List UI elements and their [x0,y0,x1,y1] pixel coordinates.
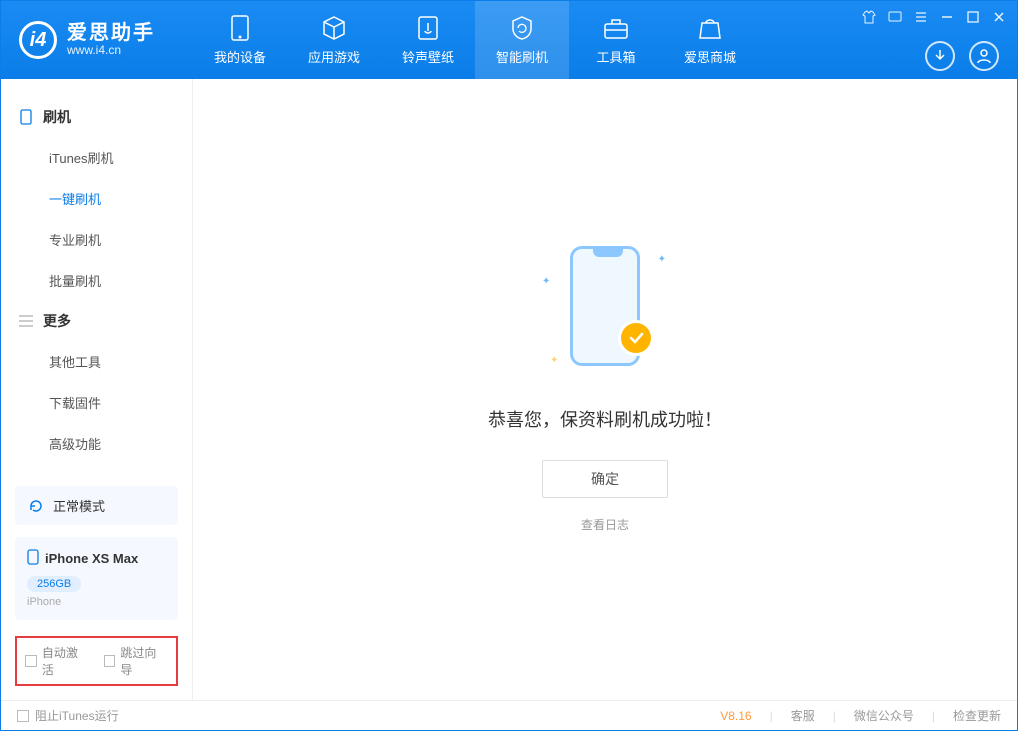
device-icon [19,110,33,124]
nav-toolbox[interactable]: 工具箱 [569,1,663,79]
check-icon [618,320,654,356]
main-content: ✦ ✦ ✦ 恭喜您，保资料刷机成功啦！ 确定 查看日志 [193,79,1017,700]
checkbox-label: 自动激活 [42,644,90,678]
nav-label: 智能刷机 [496,47,548,66]
shirt-icon[interactable] [861,9,877,25]
checkbox-icon [25,655,37,667]
sparkle-icon: ✦ [550,355,558,366]
nav-label: 工具箱 [596,47,635,66]
message-icon[interactable] [887,9,903,25]
checkbox-label: 阻止iTunes运行 [35,707,119,724]
nav-my-device[interactable]: 我的设备 [193,1,287,79]
nav-store[interactable]: 爱思商城 [663,1,757,79]
options-row: 自动激活 跳过向导 [15,636,178,686]
success-illustration: ✦ ✦ ✦ [550,246,660,376]
sidebar: 刷机 iTunes刷机 一键刷机 专业刷机 批量刷机 更多 其他工具 下载固件 … [1,79,193,700]
toolbox-icon [603,15,629,41]
mode-label: 正常模式 [53,496,105,515]
device-type: iPhone [27,596,166,608]
nav-label: 铃声壁纸 [402,47,454,66]
sidebar-item-pro-flash[interactable]: 专业刷机 [1,219,192,260]
body: 刷机 iTunes刷机 一键刷机 专业刷机 批量刷机 更多 其他工具 下载固件 … [1,79,1017,700]
device-name: iPhone XS Max [45,551,138,566]
checkbox-label: 跳过向导 [120,644,168,678]
sidebar-group-more: 更多 [1,301,192,341]
nav-label: 我的设备 [214,47,266,66]
user-icon[interactable] [969,41,999,71]
sparkle-icon: ✦ [542,276,550,287]
sidebar-item-batch-flash[interactable]: 批量刷机 [1,260,192,301]
shield-refresh-icon [509,15,535,41]
cube-icon [321,15,347,41]
download-icon[interactable] [925,41,955,71]
sidebar-item-advanced[interactable]: 高级功能 [1,423,192,464]
nav-label: 爱思商城 [684,47,736,66]
list-icon [19,314,33,328]
bag-icon [697,15,723,41]
header-action-circles [925,41,999,71]
device-name-row: iPhone XS Max [27,549,166,568]
sidebar-group-flash: 刷机 [1,97,192,137]
minimize-button[interactable] [939,9,955,25]
sidebar-item-other-tools[interactable]: 其他工具 [1,341,192,382]
nav: 我的设备 应用游戏 铃声壁纸 智能刷机 工具箱 爱思商城 [193,1,757,79]
footer-update-link[interactable]: 检查更新 [953,707,1001,724]
view-log-link[interactable]: 查看日志 [581,516,629,533]
logo-icon: i4 [19,21,57,59]
nav-label: 应用游戏 [308,47,360,66]
app-subtitle: www.i4.cn [67,44,155,57]
skip-guide-checkbox[interactable]: 跳过向导 [104,644,169,678]
checkbox-icon [17,710,29,722]
maximize-button[interactable] [965,9,981,25]
block-itunes-checkbox[interactable]: 阻止iTunes运行 [17,707,119,724]
group-title: 刷机 [43,107,71,127]
footer: 阻止iTunes运行 V8.16 | 客服 | 微信公众号 | 检查更新 [1,700,1017,730]
sidebar-item-itunes-flash[interactable]: iTunes刷机 [1,137,192,178]
app-window: i4 爱思助手 www.i4.cn 我的设备 应用游戏 铃声壁纸 智能刷机 [0,0,1018,731]
group-title: 更多 [43,311,71,331]
nav-flash[interactable]: 智能刷机 [475,1,569,79]
nav-ringtones[interactable]: 铃声壁纸 [381,1,475,79]
auto-activate-checkbox[interactable]: 自动激活 [25,644,90,678]
ok-button[interactable]: 确定 [542,460,668,498]
footer-wechat-link[interactable]: 微信公众号 [854,707,914,724]
footer-right: V8.16 | 客服 | 微信公众号 | 检查更新 [720,707,1001,724]
footer-service-link[interactable]: 客服 [791,707,815,724]
storage-badge: 256GB [27,576,81,592]
phone-icon [227,15,253,41]
sidebar-item-oneclick-flash[interactable]: 一键刷机 [1,178,192,219]
app-title: 爱思助手 [67,22,155,44]
header: i4 爱思助手 www.i4.cn 我的设备 应用游戏 铃声壁纸 智能刷机 [1,1,1017,79]
refresh-icon [27,497,45,515]
window-controls [861,9,1007,25]
mode-card[interactable]: 正常模式 [15,486,178,525]
success-message: 恭喜您，保资料刷机成功啦！ [488,406,722,432]
logo-text: 爱思助手 www.i4.cn [67,22,155,57]
checkbox-icon [104,655,116,667]
menu-icon[interactable] [913,9,929,25]
phone-small-icon [27,549,39,568]
music-icon [415,15,441,41]
logo-area: i4 爱思助手 www.i4.cn [1,21,173,59]
sidebar-item-download-firmware[interactable]: 下载固件 [1,382,192,423]
device-card[interactable]: iPhone XS Max 256GB iPhone [15,537,178,620]
close-button[interactable] [991,9,1007,25]
version-label: V8.16 [720,709,751,723]
sparkle-icon: ✦ [658,254,666,265]
nav-apps[interactable]: 应用游戏 [287,1,381,79]
